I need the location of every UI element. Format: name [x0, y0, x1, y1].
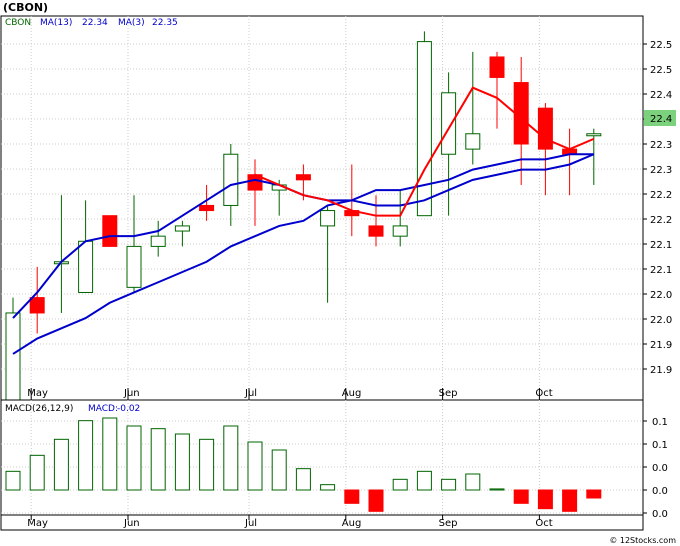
macd-y-ticks: 0.1 0.1 0.0 0.0 0.0 — [643, 417, 668, 520]
macd-bar — [29, 454, 45, 491]
price-y-tick-label: 22.2 — [650, 215, 672, 226]
price-month-label: Oct — [535, 388, 552, 399]
price-y-tick-label: 22.1 — [650, 265, 672, 276]
macd-bar — [126, 425, 142, 491]
candle-body — [392, 225, 408, 237]
macd-legend-value: -0.02 — [117, 404, 140, 414]
macd-bar — [586, 489, 602, 499]
price-y-ticks: 22.5 22.5 22.4 22.4 22.3 22.3 22.2 22.2 22.1 22.1… — [643, 40, 672, 376]
legend-ma3-label: MA(3) — [118, 18, 145, 28]
bottom-month-label: May — [27, 518, 48, 529]
legend-ma3-value: 22.35 — [152, 18, 178, 28]
macd-bar — [5, 470, 21, 491]
legend-symbol: CBON — [5, 18, 31, 28]
last-price-label: 22.4 — [650, 114, 672, 125]
price-y-tick-label: 21.9 — [650, 365, 672, 376]
price-y-tick-label: 22.0 — [650, 290, 672, 301]
bottom-month-label: Sep — [439, 518, 458, 529]
macd-y-tick-label: 0.0 — [652, 463, 668, 474]
price-y-tick-label: 22.1 — [650, 240, 672, 251]
price-legend: CBON MA(13) 22.34 MA(3) 22.35 — [5, 18, 178, 28]
price-month-label: May — [27, 388, 48, 399]
macd-bar — [174, 433, 190, 491]
macd-bar — [416, 470, 432, 491]
macd-bar — [199, 438, 215, 491]
macd-bar — [344, 489, 360, 504]
macd-y-tick-label: 0.1 — [652, 417, 668, 428]
candle-body — [150, 235, 166, 247]
price-month-label: Sep — [439, 388, 458, 399]
candle-body — [199, 204, 215, 212]
macd-y-tick-label: 0.1 — [652, 440, 668, 451]
candle-body — [126, 245, 142, 288]
candle-body — [78, 240, 94, 293]
footer-credit: © 12Stocks.com — [609, 536, 676, 545]
candle-body — [102, 215, 118, 247]
macd-bar — [295, 468, 311, 491]
candle-body — [29, 297, 45, 314]
price-y-tick-label: 21.9 — [650, 340, 672, 351]
macd-bar — [247, 441, 263, 491]
candle-body — [295, 174, 311, 181]
macd-bar — [392, 478, 408, 491]
candle-body — [537, 107, 553, 150]
stock-chart: CBON MA(13) 22.34 MA(3) 22.35 22.522.522… — [0, 15, 676, 531]
macd-bar — [78, 420, 94, 491]
bottom-month-label: Jun — [123, 518, 140, 529]
macd-bar — [271, 449, 287, 491]
candle-body — [416, 41, 432, 217]
candle-body — [465, 133, 481, 150]
macd-bar — [489, 488, 505, 491]
price-y-tick-label: 22.5 — [650, 40, 672, 51]
macd-y-tick-label: 0.0 — [652, 509, 668, 520]
macd-bar — [465, 473, 481, 491]
macd-bar — [562, 489, 578, 512]
price-y-tick-label: 22.5 — [650, 65, 672, 76]
last-price-tag: 22.4 — [644, 110, 676, 126]
macd-bar — [53, 438, 69, 491]
candle-body — [174, 225, 190, 232]
price-month-label: Jun — [123, 388, 140, 399]
candle-body — [586, 133, 602, 137]
macd-bar — [320, 484, 336, 491]
bottom-month-label: Jul — [244, 518, 257, 529]
candle-body — [368, 225, 384, 237]
macd-bar — [537, 489, 553, 510]
bottom-month-label: Aug — [342, 518, 362, 529]
macd-bar — [150, 428, 166, 491]
price-month-label: Jul — [244, 388, 257, 399]
macd-bar — [223, 425, 239, 491]
macd-bar — [513, 489, 529, 504]
candle-body — [5, 312, 21, 401]
macd-legend-value-label: MACD: — [88, 404, 118, 414]
price-y-tick-label: 22.3 — [650, 140, 672, 151]
price-y-tick-label: 22.3 — [650, 165, 672, 176]
macd-bar — [441, 478, 457, 491]
candle-body — [489, 56, 505, 78]
macd-bar — [102, 417, 118, 491]
macd-legend-label: MACD(26,12,9) — [5, 404, 73, 414]
price-y-tick-label: 22.0 — [650, 315, 672, 326]
macd-y-tick-label: 0.0 — [652, 486, 668, 497]
candle-body — [223, 153, 239, 206]
candle-body — [441, 92, 457, 155]
price-y-tick-label: 22.4 — [650, 90, 672, 101]
price-y-tick-label: 22.2 — [650, 190, 672, 201]
candle-body — [320, 210, 336, 227]
legend-ma13-label: MA(13) — [40, 18, 72, 28]
macd-legend: MACD(26,12,9) MACD: -0.02 — [5, 404, 140, 414]
bottom-month-label: Oct — [535, 518, 552, 529]
macd-bar — [368, 489, 384, 512]
price-month-label: Aug — [342, 388, 362, 399]
legend-ma13-value: 22.34 — [82, 18, 108, 28]
